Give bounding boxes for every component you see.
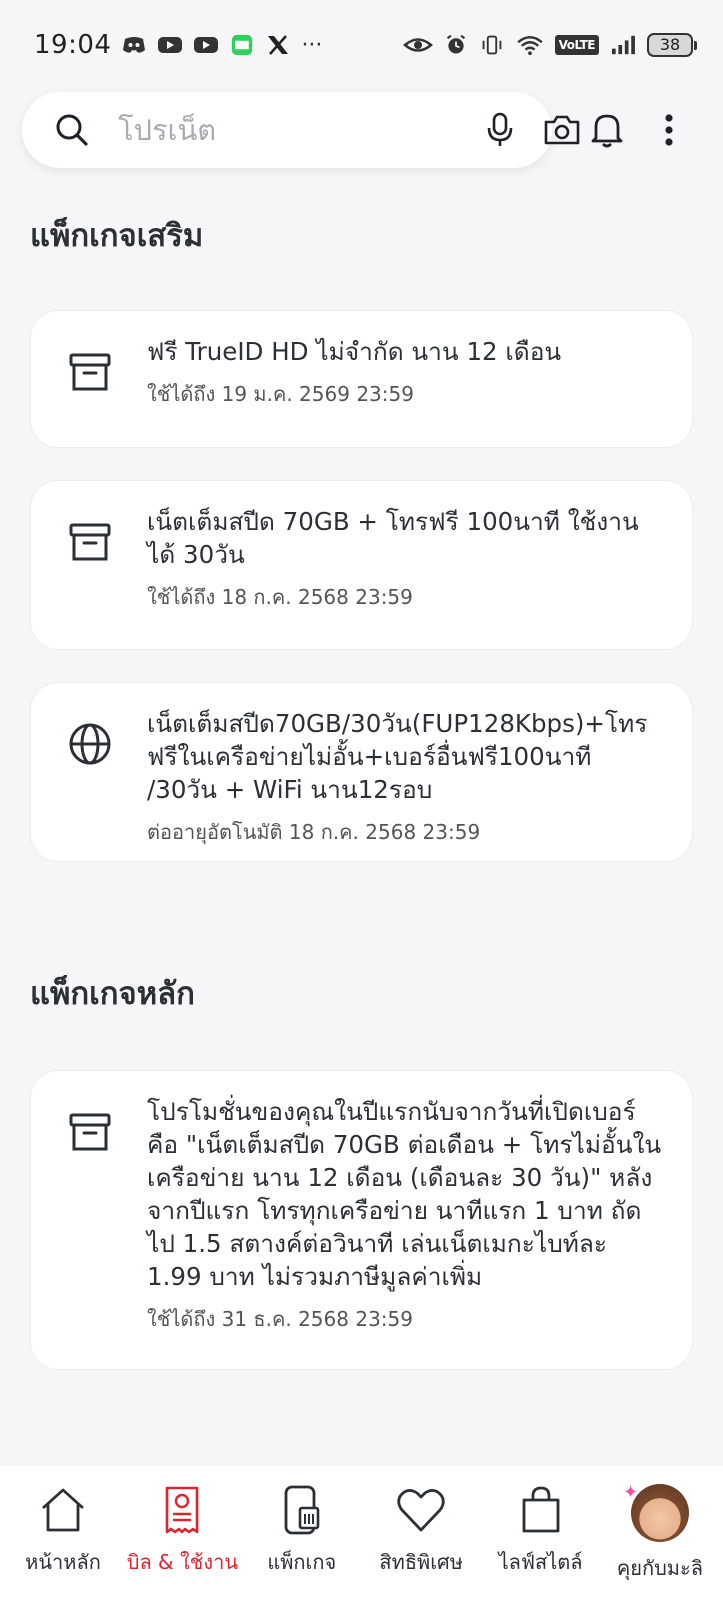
card-body: โปรโมชั่นของคุณในปีแรกนับจากวันที่เปิดเบ… (147, 1095, 662, 1335)
webtoon-icon (232, 34, 253, 56)
nav-label: แพ็กเกจ (267, 1550, 337, 1574)
archive-box-icon (69, 523, 111, 561)
status-left: 19:04 ··· (34, 30, 322, 60)
section-title-addon-packages: แพ็กเกจเสริม (30, 218, 204, 254)
nav-privileges[interactable]: สิทธิพิเศษ (362, 1466, 480, 1600)
discord-icon (123, 37, 146, 53)
shopping-bag-icon (522, 1486, 559, 1533)
package-validity: ใช้ได้ถึง 31 ธ.ค. 2568 23:59 (147, 1307, 413, 1331)
nav-label: ไลฟ์สไตล์ (498, 1550, 583, 1574)
signal-icon (612, 35, 635, 55)
wifi-icon (516, 36, 543, 56)
battery-icon: 38 (647, 33, 697, 57)
status-bar: 19:04 ··· VoLTE 38 (0, 0, 723, 90)
nav-label: บิล & ใช้งาน (126, 1550, 239, 1574)
x-icon (268, 35, 289, 55)
search-icon[interactable] (54, 112, 90, 148)
nav-lifestyle[interactable]: ไลฟ์สไตล์ (482, 1466, 600, 1600)
card-body: ฟรี TrueID HD ไม่จำกัด นาน 12 เดือน ใช้ไ… (147, 335, 662, 410)
nav-home[interactable]: หน้าหลัก (4, 1466, 122, 1600)
archive-box-icon (69, 1113, 111, 1151)
package-title: ฟรี TrueID HD ไม่จำกัด นาน 12 เดือน (147, 337, 562, 366)
package-validity: ใช้ได้ถึง 18 ก.ค. 2568 23:59 (147, 585, 413, 609)
package-card[interactable]: ฟรี TrueID HD ไม่จำกัด นาน 12 เดือน ใช้ไ… (30, 310, 693, 448)
package-card[interactable]: เน็ตเต็มสปีด70GB/30วัน(FUP128Kbps)+โทรฟร… (30, 682, 693, 862)
clock: 19:04 (34, 30, 112, 60)
bell-icon[interactable] (590, 111, 624, 149)
card-body: เน็ตเต็มสปีด70GB/30วัน(FUP128Kbps)+โทรฟร… (147, 707, 662, 848)
globe-icon (69, 723, 111, 765)
nav-chat-mali[interactable]: ✦ คุยกับมะลิ (601, 1466, 719, 1600)
more-notifications-icon: ··· (301, 32, 323, 58)
nav-package[interactable]: แพ็กเกจ (243, 1466, 361, 1600)
eye-icon (402, 38, 433, 52)
package-renewal: ต่ออายุอัตโนมัติ 18 ก.ค. 2568 23:59 (147, 820, 481, 844)
microphone-icon[interactable] (485, 112, 515, 148)
camera-icon[interactable] (543, 113, 581, 147)
nav-bill-usage[interactable]: บิล & ใช้งาน (123, 1466, 241, 1600)
search-header (22, 92, 702, 168)
package-title: เน็ตเต็มสปีด70GB/30วัน(FUP128Kbps)+โทรฟร… (147, 709, 648, 804)
package-card[interactable]: โปรโมชั่นของคุณในปีแรกนับจากวันที่เปิดเบ… (30, 1070, 693, 1370)
search-bar[interactable] (22, 92, 580, 168)
bill-icon (166, 1486, 199, 1534)
status-right: VoLTE 38 (402, 33, 697, 57)
section-title-main-package: แพ็กเกจหลัก (30, 976, 195, 1012)
alarm-icon (446, 34, 465, 54)
package-title: เน็ตเต็มสปีด 70GB + โทรฟรี 100นาที ใช้งา… (147, 507, 639, 569)
header-actions (590, 111, 674, 149)
more-options-icon[interactable] (664, 113, 674, 147)
youtube-icon (158, 37, 183, 53)
nav-label: หน้าหลัก (25, 1550, 101, 1574)
volte-icon: VoLTE (554, 35, 599, 55)
package-card[interactable]: เน็ตเต็มสปีด 70GB + โทรฟรี 100นาที ใช้งา… (30, 480, 693, 650)
package-title: โปรโมชั่นของคุณในปีแรกนับจากวันที่เปิดเบ… (147, 1097, 662, 1291)
home-icon (42, 1488, 84, 1532)
card-body: เน็ตเต็มสปีด 70GB + โทรฟรี 100นาที ใช้งา… (147, 505, 662, 613)
bottom-navigation: หน้าหลัก บิล & ใช้งาน แพ็กเกจ สิทธิพิเศษ… (0, 1466, 723, 1600)
mali-avatar-icon: ✦ (623, 1482, 689, 1542)
nav-label: คุยกับมะลิ (616, 1556, 703, 1580)
youtube-icon (194, 37, 219, 53)
heart-icon (397, 1489, 445, 1532)
archive-box-icon (69, 353, 111, 391)
sparkle-icon: ✦ (622, 1482, 639, 1503)
package-validity: ใช้ได้ถึง 19 ม.ค. 2569 23:59 (147, 382, 414, 406)
vibrate-icon (482, 35, 501, 55)
package-phone-icon (284, 1485, 320, 1535)
nav-label: สิทธิพิเศษ (379, 1550, 463, 1574)
search-input[interactable] (118, 113, 485, 147)
